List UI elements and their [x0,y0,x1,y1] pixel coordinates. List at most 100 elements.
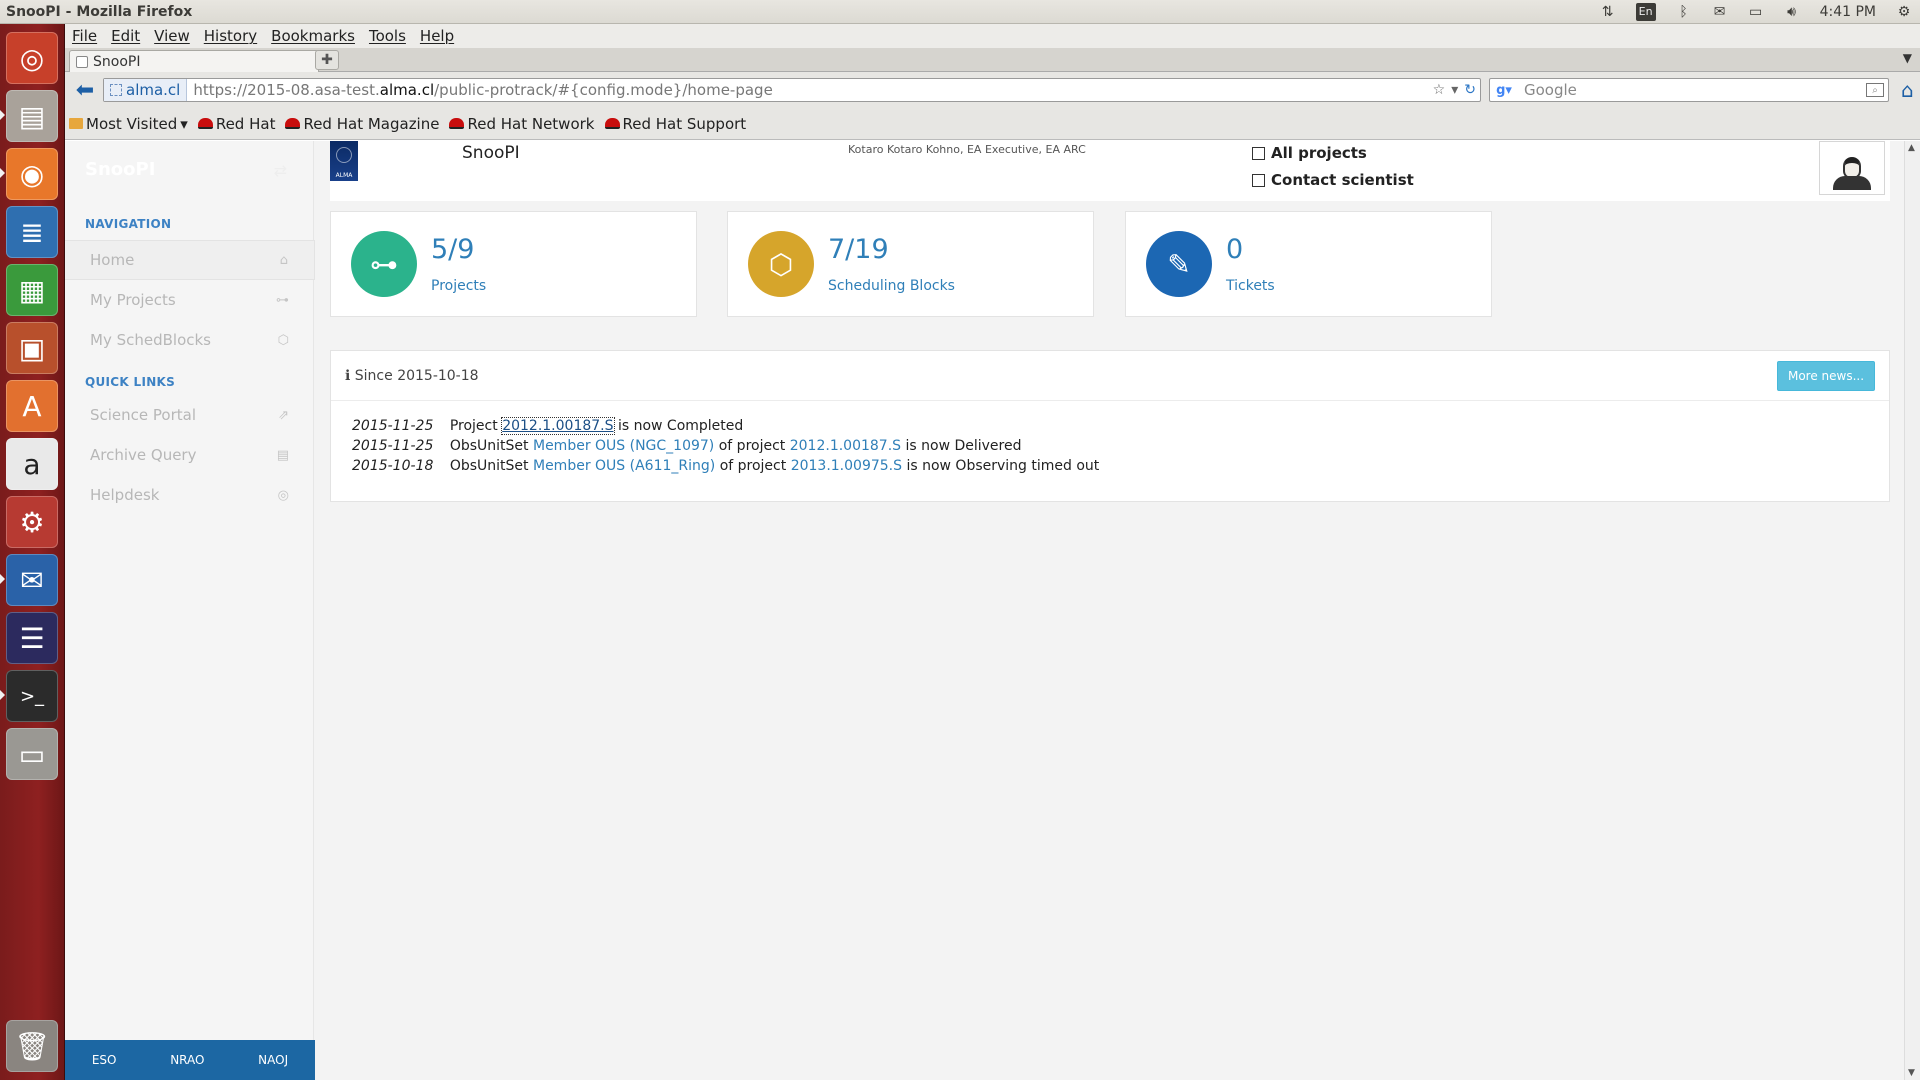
alma-logo[interactable]: ALMA [330,141,358,181]
checkbox-icon[interactable] [1252,173,1265,187]
scroll-up-icon[interactable]: ▲ [1908,143,1915,153]
site-identity-label: alma.cl [126,81,181,99]
session-gear-icon[interactable]: ⚙ [1896,3,1912,21]
menu-file[interactable]: File [65,27,104,45]
news-item: 2015-11-25 Project 2012.1.00187.S is now… [352,417,743,435]
news-date: 2015-10-18 [352,458,434,474]
sidebar-item-label: Home [90,251,135,269]
sidebar-item-archive-query[interactable]: Archive Query ▤ [65,435,315,475]
identity-icon [110,84,122,96]
news-text: is now Delivered [905,438,1022,454]
running-indicator [0,110,5,120]
home-icon[interactable]: ⌂ [1901,78,1914,102]
page-scrollbar[interactable]: ▲ ▼ [1904,141,1920,1080]
tab-list-chevron-down-icon[interactable]: ▼ [1903,51,1912,65]
checkbox-icon[interactable] [1252,146,1265,160]
search-go-icon[interactable]: ⌕ [1866,83,1884,97]
bookmark-red-hat-network[interactable]: Red Hat Network [449,115,595,133]
sidebar: SnooPI ⇄ NAVIGATION Home ⌂ My Projects ⊶… [65,141,315,1080]
search-box[interactable]: g▾ Google ⌕ [1489,78,1889,102]
more-news-button[interactable]: More news... [1777,360,1875,391]
all-projects-checkbox[interactable]: All projects [1252,144,1367,162]
bluetooth-icon[interactable]: ᛒ [1676,3,1692,21]
site-identity-button[interactable]: alma.cl [104,79,188,101]
ubuntu-dash-icon[interactable]: ◎ [6,32,58,84]
app-name: SnooPI [462,143,520,163]
menu-edit[interactable]: Edit [104,27,147,45]
stat-card-tickets[interactable]: ✎ 0 Tickets [1125,211,1492,317]
google-engine-icon[interactable]: g▾ [1490,79,1518,101]
redhat-icon [285,118,301,129]
project-link[interactable]: 2012.1.00187.S [790,438,901,454]
bookmark-red-hat[interactable]: Red Hat [197,115,275,133]
thunderbird-icon[interactable]: ✉ [6,554,58,606]
sidebar-toggle-icon[interactable]: ⇄ [274,161,287,180]
tab-snoopi[interactable]: SnooPI [69,50,319,72]
footer-link-naoj[interactable]: NAOJ [258,1053,288,1067]
firefox-icon[interactable]: ◉ [6,148,58,200]
tab-bar: SnooPI ✚ ▼ [65,48,1920,72]
terminal-icon[interactable]: >_ [6,670,58,722]
footer-link-nrao[interactable]: NRAO [170,1053,204,1067]
sidebar-item-my-schedblocks[interactable]: My SchedBlocks ⬡ [65,320,315,360]
user-avatar[interactable] [1819,141,1885,195]
files-icon[interactable]: ▤ [6,90,58,142]
system-settings-icon[interactable]: ⚙ [6,496,58,548]
ous-link[interactable]: Member OUS (NGC_1097) [533,438,714,454]
news-text: ObsUnitSet [449,438,529,454]
new-tab-button[interactable]: ✚ [315,50,339,70]
battery-icon[interactable]: ▭ [1748,3,1764,21]
url-suffix: /public-protrack/#{config.mode}/home-pag… [434,81,773,99]
menu-bookmarks[interactable]: Bookmarks [264,27,362,45]
top-panel: SnooPI - Mozilla Firefox ⇅ En ᛒ ✉ ▭ 🔊︎ 4… [0,0,1920,24]
disk-icon[interactable]: ▭ [6,728,58,780]
contact-scientist-checkbox[interactable]: Contact scientist [1252,171,1414,189]
menu-history[interactable]: History [197,27,264,45]
reload-icon[interactable]: ↻ [1464,82,1476,98]
eclipse-icon[interactable]: ☰ [6,612,58,664]
trash-icon[interactable]: 🗑︎ [6,1020,58,1072]
url-text[interactable]: https://2015-08.asa-test.alma.cl/public-… [187,81,1432,99]
news-text: of project [719,458,787,474]
footer-link-eso[interactable]: ESO [92,1053,117,1067]
news-text: of project [718,438,786,454]
sidebar-footer: ESO NRAO NAOJ [65,1040,315,1080]
url-prefix: https://2015-08.asa-test. [193,81,380,99]
software-center-icon[interactable]: A [6,380,58,432]
sidebar-item-my-projects[interactable]: My Projects ⊶ [65,280,315,320]
scroll-down-icon[interactable]: ▼ [1908,1068,1915,1078]
network-icon[interactable]: ⇅ [1600,3,1616,21]
keyboard-layout-indicator[interactable]: En [1635,2,1656,21]
menu-help[interactable]: Help [413,27,461,45]
back-arrow-icon[interactable]: ⬅ [71,76,99,104]
volume-icon[interactable]: 🔊︎ [1784,3,1800,21]
impress-icon[interactable]: ▣ [6,322,58,374]
amazon-icon[interactable]: a [6,438,58,490]
stat-card-projects[interactable]: ⊶ 5/9 Projects [330,211,697,317]
mail-icon[interactable]: ✉ [1712,3,1728,21]
sidebar-item-label: Archive Query [90,446,197,464]
writer-icon[interactable]: ≣ [6,206,58,258]
navigation-toolbar: ⬅ alma.cl https://2015-08.asa-test.alma.… [65,72,1920,108]
menu-tools[interactable]: Tools [362,27,413,45]
url-history-chevron-down-icon[interactable]: ▾ [1451,82,1458,98]
sidebar-item-helpdesk[interactable]: Helpdesk ◎ [65,475,315,515]
sidebar-brand[interactable]: SnooPI [85,159,155,180]
project-link[interactable]: 2013.1.00975.S [791,458,902,474]
calc-icon[interactable]: ▦ [6,264,58,316]
menu-view[interactable]: View [147,27,197,45]
sidebar-item-home[interactable]: Home ⌂ [65,240,315,280]
clock[interactable]: 4:41 PM [1820,3,1876,21]
bookmark-red-hat-magazine[interactable]: Red Hat Magazine [285,115,439,133]
news-date: 2015-11-25 [352,438,434,454]
sitemap-icon: ⊶ [276,292,289,308]
bookmark-star-icon[interactable]: ☆ [1433,82,1446,98]
sidebar-item-science-portal[interactable]: Science Portal ⇗ [65,395,315,435]
project-link[interactable]: 2012.1.00187.S [501,417,615,435]
ous-link[interactable]: Member OUS (A611_Ring) [533,458,715,474]
menu-bar: File Edit View History Bookmarks Tools H… [65,24,1920,48]
bookmark-most-visited[interactable]: Most Visited ▾ [69,115,188,133]
bookmark-red-hat-support[interactable]: Red Hat Support [604,115,746,133]
stat-card-scheduling-blocks[interactable]: ⬡ 7/19 Scheduling Blocks [727,211,1094,317]
url-bar[interactable]: alma.cl https://2015-08.asa-test.alma.cl… [103,78,1481,102]
